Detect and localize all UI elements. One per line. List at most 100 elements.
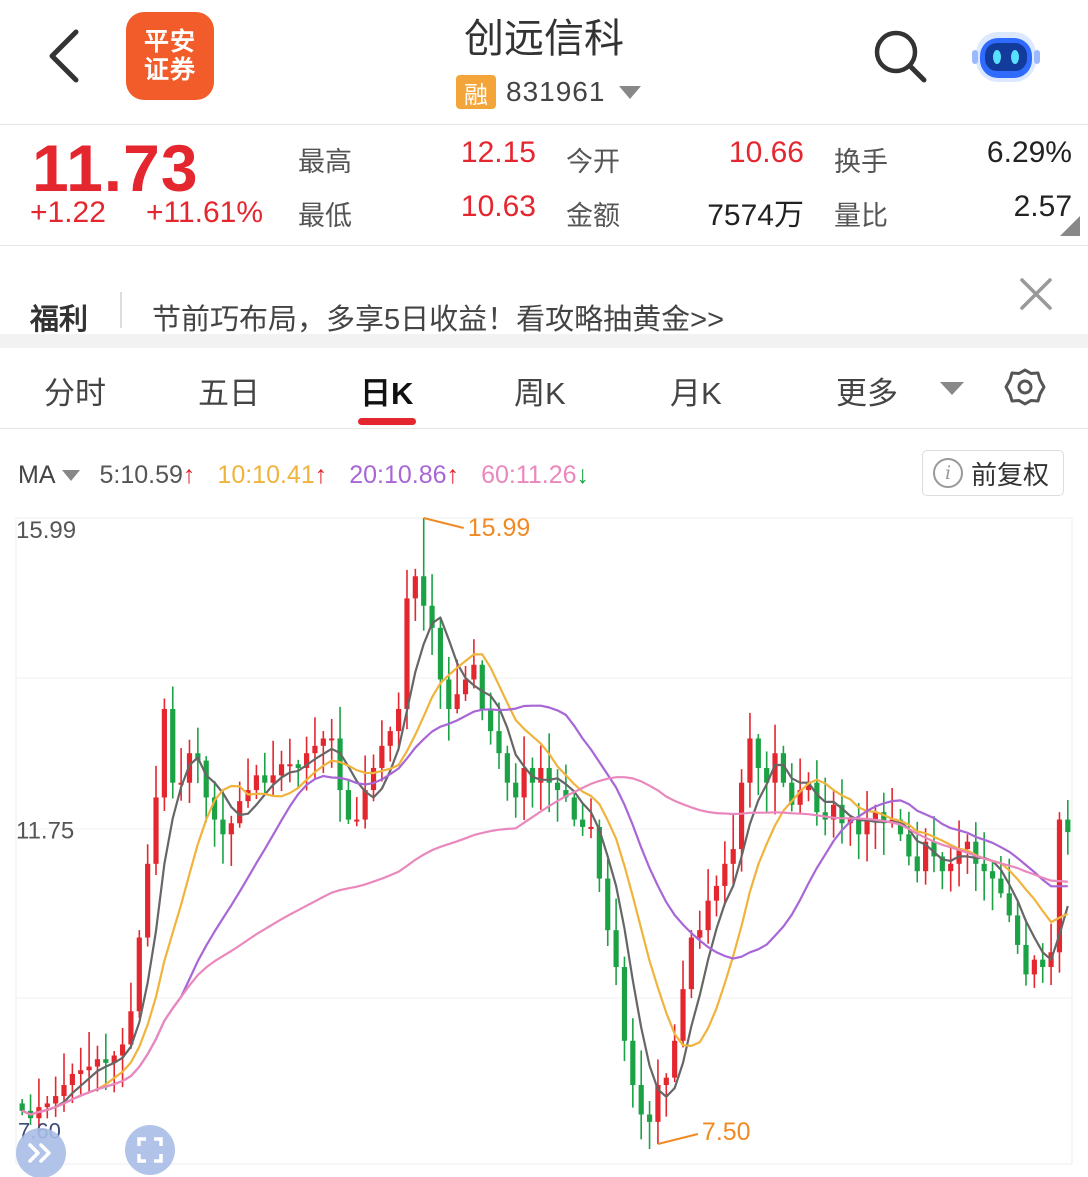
tab-daily-k[interactable]: 日K	[360, 368, 413, 413]
amount-label: 金额	[566, 201, 620, 231]
kline-chart[interactable]: 15.9911.7515.997.507.60	[0, 508, 1088, 1177]
last-price: 11.73	[32, 131, 199, 205]
robot-assistant-icon[interactable]	[970, 24, 1042, 88]
candle-body	[421, 576, 427, 606]
candle-body	[1015, 915, 1021, 945]
candle-body	[145, 863, 151, 938]
divider	[120, 292, 122, 328]
candle-body	[370, 767, 377, 791]
low-label: 最低	[298, 201, 352, 231]
candle-body	[412, 576, 418, 599]
candle-body	[103, 1059, 109, 1063]
ma-legend: MA 5:10.59↑ 10:10.41↑ 20:10.86↑ 60:11.26…	[18, 458, 611, 492]
candle-body	[287, 764, 293, 767]
candle-body	[437, 627, 444, 680]
candle-body	[354, 819, 360, 822]
candle-body	[94, 1059, 101, 1067]
candle-body	[337, 738, 343, 791]
candle-body	[713, 885, 720, 901]
gear-icon[interactable]	[1004, 366, 1046, 408]
promo-banner[interactable]: 福利 节前巧布局，多享5日收益！看攻略抽黄金>>	[0, 246, 1088, 336]
ma-selector-label[interactable]: MA	[18, 461, 56, 490]
candle-body	[262, 775, 268, 783]
tab-more[interactable]: 更多	[836, 368, 898, 413]
candle-body	[513, 782, 519, 798]
candle-body	[613, 930, 619, 968]
candle-body	[605, 878, 611, 931]
candle-body	[270, 775, 276, 783]
candle-body	[61, 1085, 67, 1097]
tab-monthly-k[interactable]: 月K	[670, 368, 722, 413]
header: 平安 证券 创远信科 融 831961	[0, 0, 1088, 124]
adjust-mode-label: 前复权	[971, 459, 1050, 490]
candle-body	[722, 863, 728, 886]
candle-body	[345, 790, 352, 820]
ma10-legend: 10:10.41↑	[217, 461, 327, 490]
candle-body	[1023, 944, 1029, 975]
candle-body	[153, 797, 159, 864]
close-icon[interactable]	[1014, 272, 1058, 316]
candle-body	[362, 790, 368, 820]
candle-body	[488, 708, 494, 732]
candle-body	[329, 738, 335, 741]
promo-text[interactable]: 节前巧布局，多享5日收益！看攻略抽黄金>>	[152, 296, 724, 338]
ma20-value: 20:10.86	[349, 460, 447, 489]
ma60-legend: 60:11.26↓	[481, 461, 589, 490]
candle-body	[253, 775, 259, 791]
ma20-legend: 20:10.86↑	[349, 461, 459, 490]
tab-intraday[interactable]: 分时	[44, 368, 106, 413]
info-icon[interactable]: i	[933, 458, 963, 488]
back-arrow-icon[interactable]	[40, 26, 90, 86]
promo-tag: 福利	[30, 304, 89, 336]
candle-body	[446, 679, 452, 709]
ma5-value: 5:10.59	[99, 460, 183, 489]
candle-body	[638, 1085, 644, 1115]
candle-body	[203, 760, 209, 798]
candle-body	[504, 753, 510, 783]
adjust-mode-button[interactable]: i 前复权	[922, 450, 1064, 496]
ma60-value: 60:11.26	[481, 460, 577, 489]
chevron-down-icon[interactable]	[61, 469, 80, 481]
tab-five-day[interactable]: 五日	[198, 368, 260, 413]
max-marker-label: 15.99	[468, 514, 531, 542]
ma5-legend: 5:10.59↑	[100, 461, 196, 490]
candle-body	[396, 708, 402, 732]
candle-body	[19, 1103, 25, 1111]
margin-badge: 融	[456, 75, 496, 109]
candle-body	[220, 819, 226, 835]
candle-body	[646, 1114, 653, 1122]
candle-body	[948, 863, 954, 872]
candle-body	[906, 834, 912, 857]
candle-body	[738, 782, 745, 850]
candle-body	[136, 937, 142, 1012]
volume-ratio-label: 量比	[834, 201, 888, 231]
broker-logo[interactable]: 平安 证券	[126, 12, 214, 100]
max-marker-line	[423, 517, 464, 529]
y-axis-max-label: 15.99	[16, 517, 76, 544]
stock-code-selector[interactable]: 融 831961	[456, 74, 642, 110]
double-chevron-right-icon	[28, 1143, 51, 1163]
fullscreen-icon	[137, 1137, 163, 1163]
candle-body	[496, 731, 502, 754]
stock-name: 创远信科	[464, 17, 624, 61]
candle-body	[521, 767, 527, 798]
tab-weekly-k[interactable]: 周K	[514, 368, 566, 413]
candle-body	[914, 856, 920, 872]
chevron-down-icon	[619, 85, 642, 99]
arrow-down-icon: ↓	[576, 460, 590, 489]
expand-corner-icon[interactable]	[1060, 216, 1080, 236]
arrow-up-icon: ↑	[182, 460, 196, 489]
high-value: 12.15	[460, 136, 536, 169]
candle-body	[471, 664, 477, 680]
search-icon[interactable]	[870, 26, 930, 86]
fullscreen-button[interactable]	[125, 1125, 175, 1175]
candle-body	[663, 1077, 669, 1086]
expand-left-button[interactable]	[16, 1128, 66, 1177]
chevron-down-icon[interactable]	[940, 382, 964, 395]
candle-body	[705, 900, 711, 931]
open-label: 今开	[566, 147, 620, 177]
candle-body	[454, 694, 460, 709]
candle-body	[964, 841, 971, 850]
candle-body	[278, 764, 285, 776]
logo-line-2: 证券	[143, 56, 196, 84]
